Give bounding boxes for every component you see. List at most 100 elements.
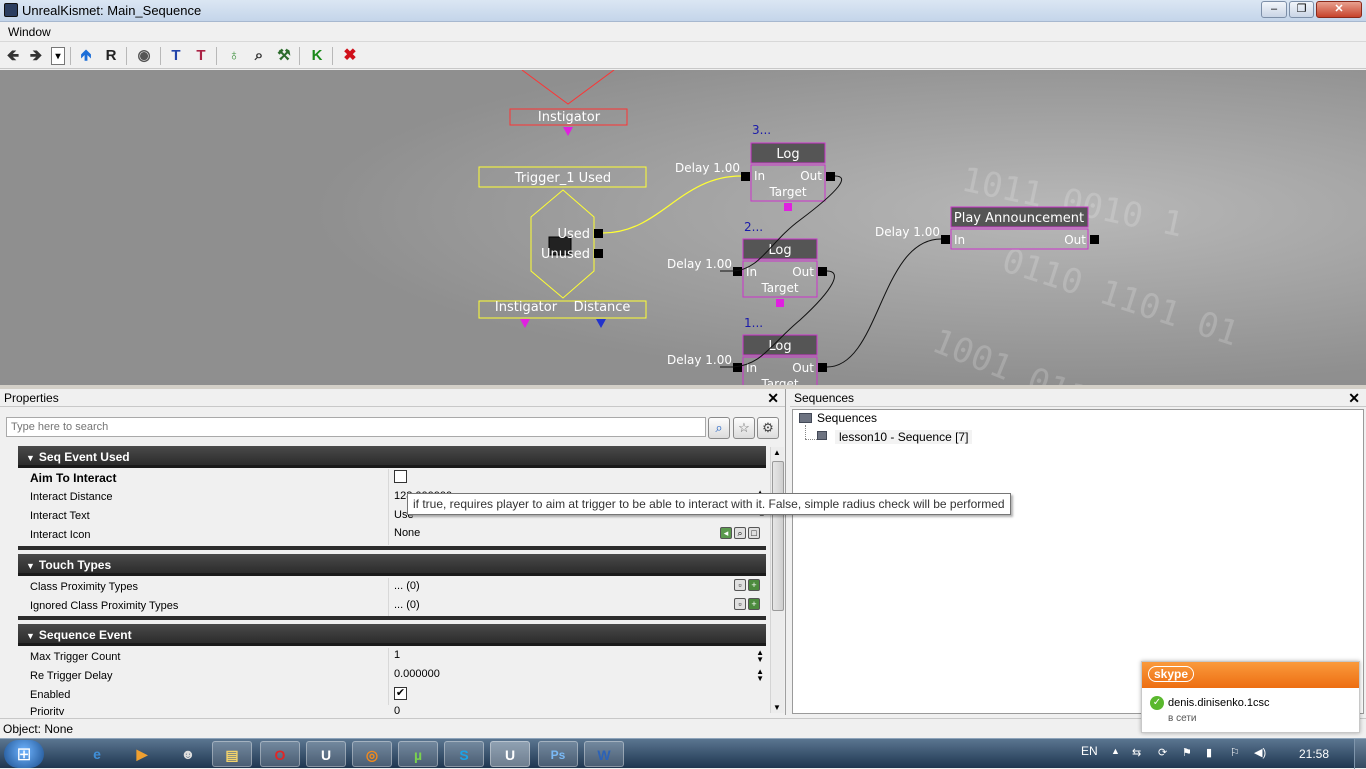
use-selected-icon[interactable]: ◂ bbox=[720, 527, 732, 539]
ie-icon[interactable]: e bbox=[77, 741, 117, 767]
log1-in-connector[interactable] bbox=[733, 363, 742, 372]
spinner-icon[interactable]: ▲▼ bbox=[756, 668, 764, 683]
tray-expand-icon[interactable]: ▲ bbox=[1111, 746, 1120, 756]
unused-output-connector[interactable] bbox=[594, 249, 603, 258]
ignored-class-proximity-value[interactable]: ... (0) bbox=[394, 599, 420, 611]
skype-username[interactable]: denis.dinisenko.1csc bbox=[1168, 697, 1270, 709]
clock[interactable]: 21:58 bbox=[1299, 747, 1329, 761]
value-divider bbox=[388, 469, 389, 488]
property-row[interactable]: Max Trigger Count 1 ▲ ▼ bbox=[18, 648, 766, 667]
game-icon[interactable]: ☻ bbox=[168, 741, 208, 767]
firefox-icon[interactable]: ◎ bbox=[352, 741, 392, 767]
log3-out-connector[interactable] bbox=[826, 172, 835, 181]
minimize-button[interactable]: – bbox=[1261, 1, 1287, 18]
favorite-star-icon[interactable]: ☆ bbox=[733, 417, 755, 439]
property-row[interactable]: Ignored Class Proximity Types ... (0) ▫ … bbox=[18, 597, 766, 616]
category-touch-types[interactable]: ▼ Touch Types bbox=[18, 554, 766, 576]
action-center-icon[interactable]: ⚐ bbox=[1230, 746, 1240, 759]
language-indicator[interactable]: EN bbox=[1081, 744, 1098, 758]
start-button[interactable]: ⊞ bbox=[4, 740, 44, 768]
category-seq-event-used[interactable]: ▼ Seq Event Used bbox=[18, 446, 766, 468]
back-arrow-icon[interactable]: 🡸 bbox=[3, 46, 23, 66]
announce-out-connector[interactable] bbox=[1090, 235, 1099, 244]
scrollbar-thumb[interactable] bbox=[772, 461, 784, 611]
explorer-icon[interactable]: ▤ bbox=[212, 741, 252, 767]
align-top-icon[interactable]: T bbox=[166, 46, 186, 66]
sync-icon[interactable]: ⟳ bbox=[1158, 746, 1167, 759]
tree-item-lesson10[interactable]: lesson10 - Sequence [7] bbox=[835, 430, 973, 444]
stop-icon[interactable]: ✖ bbox=[340, 46, 360, 66]
search-icon[interactable]: ⌕ bbox=[708, 417, 730, 439]
k-icon[interactable]: K bbox=[307, 46, 327, 66]
interact-icon-value[interactable]: None bbox=[394, 527, 420, 539]
volume-icon[interactable]: ◀) bbox=[1254, 746, 1266, 759]
up-arrow-icon[interactable]: 🡹 bbox=[76, 46, 96, 66]
aim-to-interact-checkbox[interactable] bbox=[394, 470, 407, 483]
re-trigger-delay-value[interactable]: 0.000000 bbox=[394, 668, 440, 680]
scroll-down-icon[interactable]: ▼ bbox=[773, 703, 781, 712]
log3-in-connector[interactable] bbox=[741, 172, 750, 181]
menu-window[interactable]: Window bbox=[8, 25, 51, 39]
find-icon[interactable]: ⌕ bbox=[734, 527, 746, 539]
photoshop-icon[interactable]: Ps bbox=[538, 741, 578, 767]
clear-icon[interactable]: □ bbox=[748, 527, 760, 539]
announce-in-connector[interactable] bbox=[941, 235, 950, 244]
max-trigger-count-value[interactable]: 1 bbox=[394, 649, 400, 661]
bulb-icon[interactable]: ♁ bbox=[224, 46, 244, 66]
property-row[interactable]: Class Proximity Types ... (0) ▫ + bbox=[18, 578, 766, 597]
r-icon[interactable]: R bbox=[101, 46, 121, 66]
unreal-editor-icon[interactable]: U bbox=[490, 741, 530, 767]
property-row[interactable]: Re Trigger Delay 0.000000 ▲ ▼ bbox=[18, 667, 766, 686]
collapse-arrow-icon[interactable]: ▼ bbox=[26, 453, 35, 463]
enabled-checkbox[interactable]: ✔ bbox=[394, 687, 407, 700]
scroll-up-icon[interactable]: ▲ bbox=[773, 448, 781, 457]
close-button[interactable]: ✕ bbox=[1316, 1, 1362, 18]
skype-icon[interactable]: S bbox=[444, 741, 484, 767]
dropdown-icon[interactable]: ▾ bbox=[51, 47, 65, 65]
word-icon[interactable]: W bbox=[584, 741, 624, 767]
align-top-red-icon[interactable]: T bbox=[191, 46, 211, 66]
properties-scrollbar[interactable]: ▲ ▼ bbox=[770, 447, 784, 713]
maximize-button[interactable]: ❐ bbox=[1289, 1, 1314, 18]
media-player-icon[interactable]: ▶ bbox=[122, 741, 162, 767]
class-proximity-value[interactable]: ... (0) bbox=[394, 580, 420, 592]
log2-in-connector[interactable] bbox=[733, 267, 742, 276]
skype-notification[interactable]: skype ✓ denis.dinisenko.1csc в сети bbox=[1141, 661, 1360, 733]
property-row[interactable]: Priority 0 bbox=[18, 705, 766, 715]
skype-logo: skype bbox=[1148, 666, 1195, 682]
empty-array-icon[interactable]: ▫ bbox=[734, 579, 746, 591]
show-desktop-button[interactable] bbox=[1354, 739, 1366, 769]
log2-out-connector[interactable] bbox=[818, 267, 827, 276]
utorrent-icon[interactable]: µ bbox=[398, 741, 438, 767]
spinner-icon[interactable]: ▲▼ bbox=[756, 649, 764, 664]
network-icon[interactable]: ⇆ bbox=[1132, 746, 1141, 759]
log1-out-connector[interactable] bbox=[818, 363, 827, 372]
zoom-icon[interactable]: ⌕ bbox=[249, 46, 269, 66]
properties-close-icon[interactable]: ✕ bbox=[767, 390, 779, 407]
hammer-icon[interactable]: ⚒ bbox=[274, 46, 294, 66]
flag-icon[interactable]: ⚑ bbox=[1182, 746, 1192, 759]
property-row[interactable]: Enabled ✔ bbox=[18, 686, 766, 705]
log3-target-connector[interactable] bbox=[784, 203, 792, 211]
used-output-connector[interactable] bbox=[594, 229, 603, 238]
signal-icon[interactable]: ▮ bbox=[1206, 746, 1212, 759]
priority-value[interactable]: 0 bbox=[394, 705, 400, 715]
opera-icon[interactable]: O bbox=[260, 741, 300, 767]
property-row[interactable]: Interact Icon None ◂ ⌕ □ bbox=[18, 526, 766, 545]
empty-array-icon[interactable]: ▫ bbox=[734, 598, 746, 610]
tree-root-sequences[interactable]: Sequences bbox=[817, 411, 877, 425]
collapse-arrow-icon[interactable]: ▼ bbox=[26, 561, 35, 571]
category-sequence-event[interactable]: ▼ Sequence Event bbox=[18, 624, 766, 646]
property-row[interactable]: Aim To Interact bbox=[18, 469, 766, 488]
eye-icon[interactable]: ◉ bbox=[134, 46, 154, 66]
log2-target-connector[interactable] bbox=[776, 299, 784, 307]
search-input[interactable] bbox=[6, 417, 706, 437]
collapse-arrow-icon[interactable]: ▼ bbox=[26, 631, 35, 641]
add-item-icon[interactable]: + bbox=[748, 598, 760, 610]
add-item-icon[interactable]: + bbox=[748, 579, 760, 591]
sequences-close-icon[interactable]: ✕ bbox=[1348, 390, 1360, 407]
forward-arrow-icon[interactable]: 🡺 bbox=[26, 46, 46, 66]
kismet-graph-canvas[interactable]: 1011 0010 1 0110 1101 01 1001 0111 10 In… bbox=[0, 70, 1366, 385]
unreal-icon[interactable]: U bbox=[306, 741, 346, 767]
settings-wrench-icon[interactable]: ⚙ bbox=[757, 417, 779, 439]
